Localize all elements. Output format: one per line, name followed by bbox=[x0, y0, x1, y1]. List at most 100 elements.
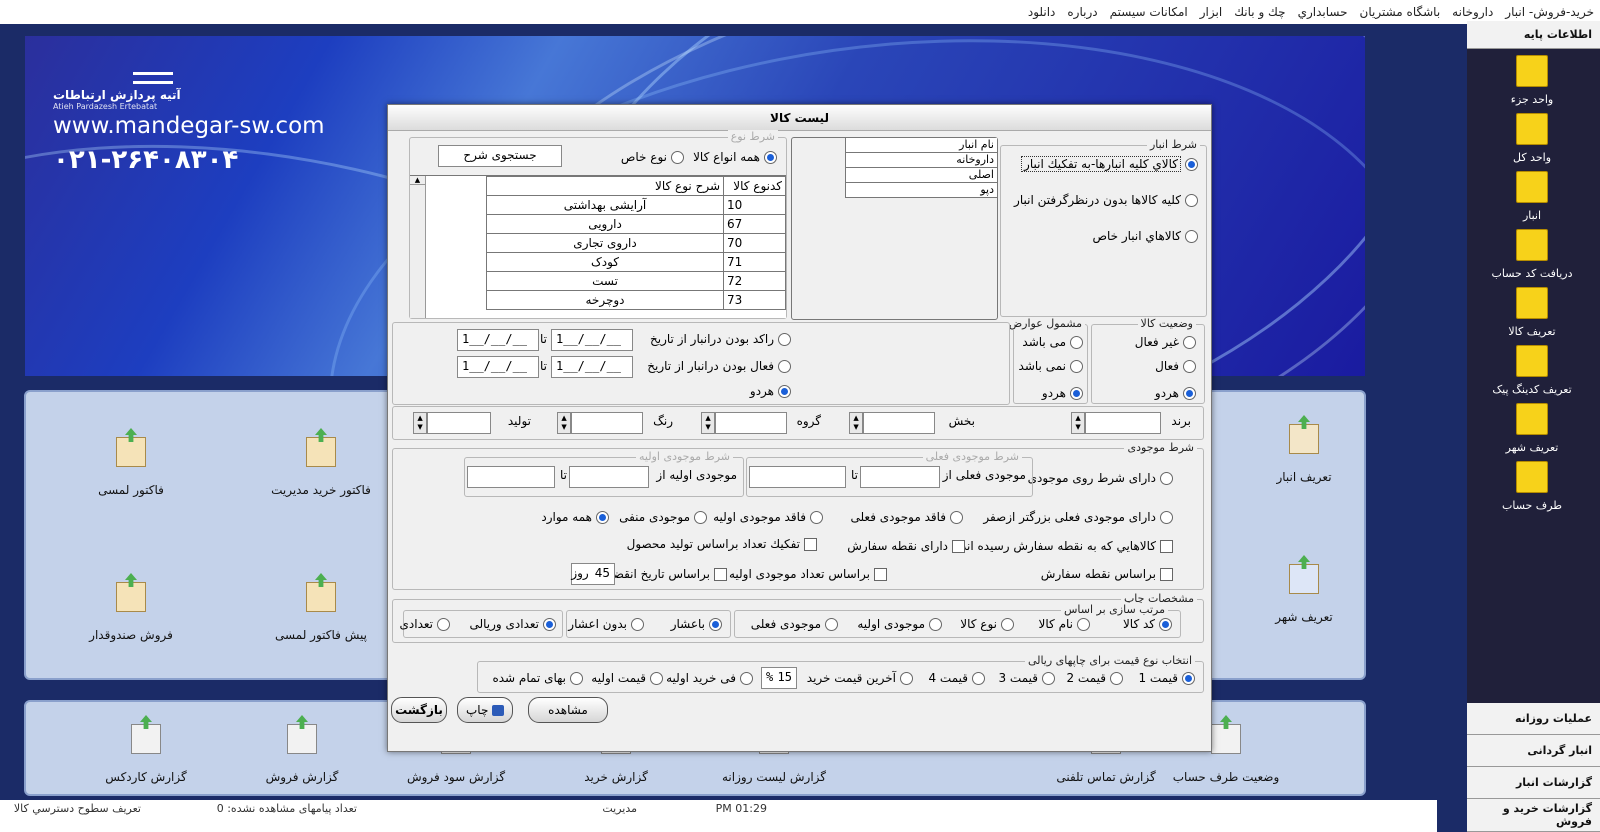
checkbox[interactable] bbox=[1160, 567, 1173, 581]
table-row[interactable]: 67 دارویی bbox=[486, 214, 786, 234]
menu-item[interactable]: خريد-فروش- انبار bbox=[1505, 5, 1594, 19]
sort-opt-initial[interactable]: موجودی اولیه bbox=[857, 617, 942, 631]
sort-opt-name[interactable]: نام کالا bbox=[1039, 617, 1090, 631]
tile-cashier-sale[interactable]: فروش صندوقدار bbox=[51, 582, 211, 642]
warehouse-opt-all[interactable]: كليه كالاها بدون درنظرگرفتن انبار bbox=[1014, 193, 1198, 207]
sidebar-section-warehouse-reports[interactable]: گزارشات انبار bbox=[1467, 767, 1600, 799]
price-opt-1[interactable]: قیمت 1 bbox=[1138, 671, 1195, 685]
count-opt-rial[interactable]: تعدادی وریالی bbox=[469, 617, 556, 631]
stagnant-from-date[interactable]: 1__/__/__ bbox=[551, 329, 633, 351]
tile-touch-proforma[interactable]: پیش فاکتور لمسی bbox=[241, 582, 401, 642]
radio[interactable] bbox=[1185, 157, 1198, 171]
col-type-desc[interactable]: شرح نوع کالا bbox=[486, 176, 724, 196]
production-spinner[interactable]: ▲ ▼ bbox=[413, 412, 427, 434]
stock-chk-order-point[interactable]: دارای نقطه سفارش bbox=[847, 539, 965, 553]
tile-sales-report[interactable]: گزارش فروش bbox=[222, 724, 382, 784]
group-spinner[interactable]: ▲ ▼ bbox=[701, 412, 715, 434]
radio[interactable] bbox=[437, 617, 450, 631]
menu-item[interactable]: باشگاه مشتريان bbox=[1360, 5, 1441, 19]
stock-chk-by-initial-count[interactable]: براساس تعداد موجودی اولیه bbox=[729, 567, 887, 581]
tile-define-city[interactable]: تعریف شهر bbox=[1224, 564, 1384, 624]
current-to-input[interactable] bbox=[749, 466, 846, 488]
radio[interactable] bbox=[825, 617, 838, 631]
initial-to-input[interactable] bbox=[467, 466, 555, 488]
group-input[interactable] bbox=[715, 412, 787, 434]
sidebar-section-daily[interactable]: عملیات روزانه bbox=[1467, 703, 1600, 735]
checkbox[interactable] bbox=[714, 567, 727, 581]
duties-opt-no[interactable]: نمی باشد bbox=[1019, 359, 1083, 373]
tile-purchase-invoice[interactable]: فاکتور خرید مدیریت bbox=[241, 437, 401, 497]
sort-opt-current[interactable]: موجودی فعلی bbox=[751, 617, 838, 631]
tile-cardex-report[interactable]: گزارش کاردکس bbox=[66, 724, 226, 784]
brand-input[interactable] bbox=[1085, 412, 1161, 434]
radio[interactable] bbox=[810, 510, 823, 524]
price-opt-initial[interactable]: قیمت اولیه bbox=[591, 671, 663, 685]
decimal-opt-without[interactable]: بدون اعشار bbox=[568, 617, 644, 631]
radio[interactable] bbox=[1110, 671, 1123, 685]
checkbox[interactable] bbox=[952, 539, 965, 553]
date-opt-both[interactable]: هردو bbox=[750, 384, 791, 398]
radio[interactable] bbox=[972, 671, 985, 685]
sidebar-section-trade-reports[interactable]: گزارشات خرید و فروش bbox=[1467, 799, 1600, 832]
duties-opt-both[interactable]: هردو bbox=[1042, 386, 1083, 400]
radio[interactable] bbox=[596, 510, 609, 524]
warehouse-list-item[interactable]: داروخانه bbox=[846, 153, 997, 168]
duties-opt-yes[interactable]: می باشد bbox=[1022, 335, 1083, 349]
count-opt-qty[interactable]: تعدادی bbox=[400, 617, 450, 631]
production-input[interactable] bbox=[427, 412, 491, 434]
col-type-code[interactable]: کدنوع کالا bbox=[723, 176, 786, 196]
stock-chk-by-order-point[interactable]: براساس نقطه سفارش bbox=[1041, 567, 1173, 581]
menu-item[interactable]: حسابداري bbox=[1298, 5, 1348, 19]
active-to-date[interactable]: 1__/__/__ bbox=[457, 356, 539, 378]
table-row[interactable]: 71 کودک bbox=[486, 252, 786, 272]
section-input[interactable] bbox=[863, 412, 935, 434]
stock-chk-split-production[interactable]: تفكيك تعداد براساس تولید محصول bbox=[627, 537, 817, 551]
sidebar-item[interactable]: واحد کل bbox=[1467, 113, 1597, 173]
radio[interactable] bbox=[671, 150, 684, 164]
radio[interactable] bbox=[778, 384, 791, 398]
current-from-input[interactable] bbox=[860, 466, 940, 488]
menu-item[interactable]: دانلود bbox=[1028, 5, 1056, 19]
status-opt-active[interactable]: فعال bbox=[1155, 359, 1196, 373]
date-opt-stagnant[interactable]: راکد بودن درانبار از تاریخ bbox=[650, 332, 791, 346]
radio[interactable] bbox=[1160, 510, 1173, 524]
date-opt-active[interactable]: فعال بودن درانبار از تاریخ bbox=[647, 359, 791, 373]
sidebar-item[interactable]: تعریف کالا bbox=[1467, 287, 1597, 347]
initial-from-input[interactable] bbox=[569, 466, 649, 488]
status-opt-both[interactable]: هردو bbox=[1155, 386, 1196, 400]
warehouse-list-item[interactable]: اصلی bbox=[846, 168, 997, 183]
color-input[interactable] bbox=[571, 412, 643, 434]
radio[interactable] bbox=[1182, 671, 1195, 685]
sidebar-item[interactable]: دریافت کد حساب bbox=[1467, 229, 1597, 289]
scroll-up-icon[interactable]: ▲ bbox=[410, 176, 425, 185]
menu-item[interactable]: داروخانه bbox=[1452, 5, 1493, 19]
radio[interactable] bbox=[778, 332, 791, 346]
sidebar-section-inventory[interactable]: انبار گردانی bbox=[1467, 735, 1600, 767]
tile-define-warehouse[interactable]: تعریف انبار bbox=[1224, 424, 1384, 484]
sort-opt-type[interactable]: نوع کالا bbox=[960, 617, 1014, 631]
checkbox[interactable] bbox=[874, 567, 887, 581]
radio[interactable] bbox=[740, 671, 753, 685]
table-scrollbar[interactable]: ▲ bbox=[410, 176, 426, 318]
radio[interactable] bbox=[1185, 193, 1198, 207]
sidebar-item[interactable]: تعریف کدینگ پیک bbox=[1467, 345, 1597, 405]
checkbox[interactable] bbox=[804, 537, 817, 551]
radio[interactable] bbox=[950, 510, 963, 524]
menu-item[interactable]: چك و بانك bbox=[1234, 5, 1285, 19]
radio[interactable] bbox=[1159, 617, 1172, 631]
stock-opt-all[interactable]: همه موارد bbox=[541, 510, 609, 524]
radio[interactable] bbox=[900, 671, 913, 685]
radio[interactable] bbox=[1183, 386, 1196, 400]
print-button[interactable]: چاپ bbox=[457, 697, 513, 723]
radio[interactable] bbox=[1070, 359, 1083, 373]
sidebar-item[interactable]: انبار bbox=[1467, 171, 1597, 231]
price-opt-initial-purchase[interactable]: فی خرید اولیه bbox=[666, 671, 753, 685]
warehouse-list[interactable]: نام انبار داروخانه اصلی دپو bbox=[791, 137, 998, 320]
radio[interactable] bbox=[694, 510, 707, 524]
table-row[interactable]: 73 دوچرخه bbox=[486, 290, 786, 310]
stock-opt-no-initial[interactable]: فاقد موجودی اولیه bbox=[713, 510, 823, 524]
stock-opt-no-current[interactable]: فاقد موجودی فعلی bbox=[850, 510, 963, 524]
radio[interactable] bbox=[1077, 617, 1090, 631]
radio[interactable] bbox=[1185, 229, 1198, 243]
active-from-date[interactable]: 1__/__/__ bbox=[551, 356, 633, 378]
